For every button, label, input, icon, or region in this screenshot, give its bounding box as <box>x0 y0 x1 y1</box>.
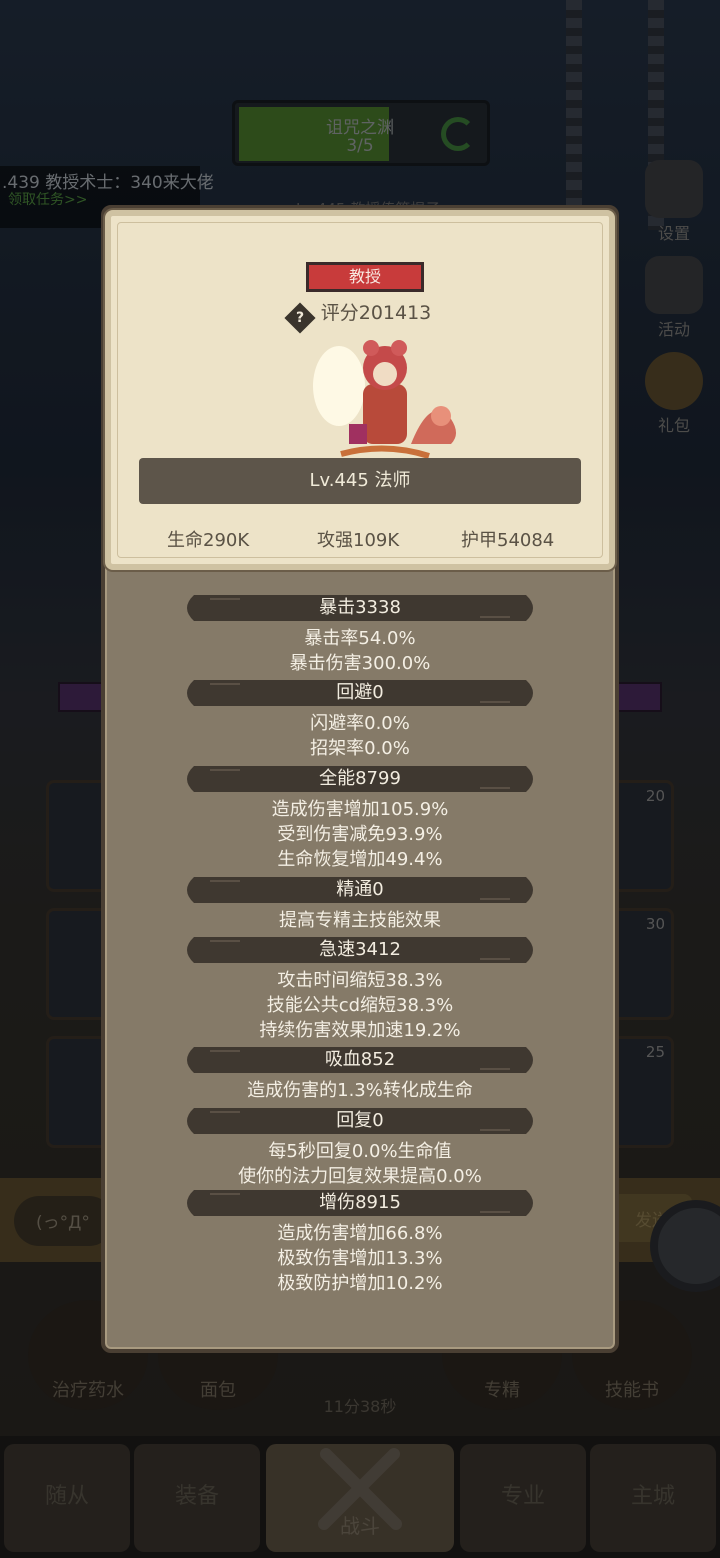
attribute-detail: 每5秒回复0.0%生命值 <box>268 1141 452 1162</box>
attribute-header: 全能8799 <box>180 764 540 794</box>
attribute-detail: 使你的法力回复效果提高0.0% <box>238 1166 482 1187</box>
attribute-header: 增伤8915 <box>180 1188 540 1218</box>
attribute-detail: 闪避率0.0% <box>310 713 410 734</box>
attack-stat: 攻强109K <box>317 530 400 551</box>
attribute-header: 急速3412 <box>180 935 540 965</box>
attribute-detail: 攻击时间缩短38.3% <box>277 970 443 991</box>
attribute-detail: 招架率0.0% <box>310 738 410 759</box>
attribute-header: 回避0 <box>180 678 540 708</box>
attribute-detail: 暴击伤害300.0% <box>289 653 431 674</box>
attribute-header: 回复0 <box>180 1106 540 1136</box>
character-card: 教授 ? 评分201413 Lv.445 法师 生命290K 攻强109K 护甲5… <box>105 210 615 570</box>
attribute-header-label: 增伤8915 <box>319 1192 401 1213</box>
attribute-header: 吸血852 <box>180 1045 540 1075</box>
attribute-header-label: 暴击3338 <box>319 597 401 618</box>
attribute-detail: 造成伤害增加66.8% <box>277 1223 443 1244</box>
attribute-header-label: 急速3412 <box>319 939 401 960</box>
attribute-header: 精通0 <box>180 875 540 905</box>
attribute-header-label: 回复0 <box>336 1110 384 1131</box>
score-text: 评分201413 <box>320 302 432 324</box>
attribute-detail: 造成伤害增加105.9% <box>271 799 449 820</box>
attribute-detail: 极致伤害增加13.3% <box>277 1248 443 1269</box>
attribute-detail: 生命恢复增加49.4% <box>277 849 443 870</box>
attribute-header-label: 吸血852 <box>324 1049 396 1070</box>
title-badge: 教授 <box>306 262 424 292</box>
attribute-detail: 受到伤害减免93.9% <box>277 824 443 845</box>
level-class-bar: Lv.445 法师 <box>139 458 581 504</box>
attribute-detail: 技能公共cd缩短38.3% <box>266 995 454 1016</box>
attribute-header-label: 精通0 <box>336 879 384 900</box>
attribute-detail: 提高专精主技能效果 <box>279 910 441 931</box>
attribute-detail: 持续伤害效果加速19.2% <box>259 1020 461 1041</box>
attribute-detail: 造成伤害的1.3%转化成生命 <box>247 1080 473 1101</box>
character-avatar <box>313 340 456 459</box>
attribute-detail: 极致防护增加10.2% <box>277 1273 443 1294</box>
armor-stat: 护甲54084 <box>461 530 555 551</box>
attribute-detail: 暴击率54.0% <box>304 628 416 649</box>
attribute-header-label: 全能8799 <box>319 768 401 789</box>
attribute-header-label: 回避0 <box>336 682 384 703</box>
hp-stat: 生命290K <box>167 530 250 551</box>
attribute-header: 暴击3338 <box>180 593 540 623</box>
